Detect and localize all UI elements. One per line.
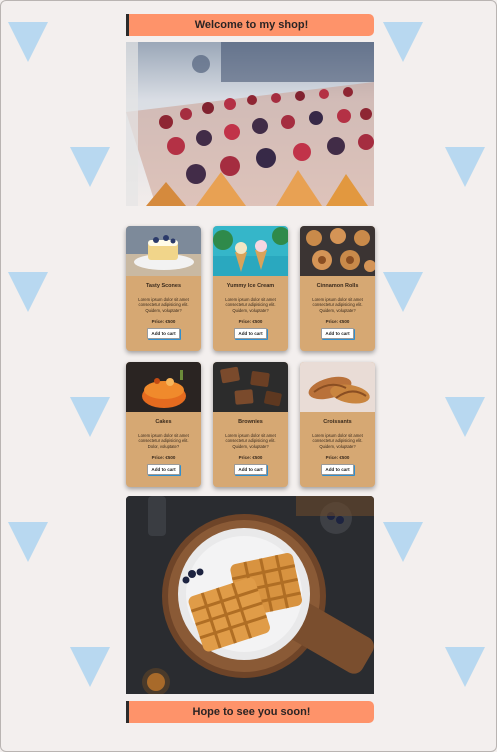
add-to-cart-button[interactable]: Add to cart xyxy=(234,328,267,340)
product-description: Lorem ipsum dolor sit amet consectetur a… xyxy=(138,297,189,313)
product-grid: Tasty Scones Lorem ipsum dolor sit amet … xyxy=(126,226,375,487)
decor-triangle xyxy=(445,147,485,187)
product-name: Yummy Ice Cream xyxy=(226,283,275,289)
product-card: Yummy Ice Cream Lorem ipsum dolor sit am… xyxy=(213,226,288,351)
product-image-brownies xyxy=(213,362,288,412)
decor-triangle xyxy=(70,647,110,687)
product-price: Price: €500 xyxy=(151,319,176,325)
product-card: Tasty Scones Lorem ipsum dolor sit amet … xyxy=(126,226,201,351)
product-card: Brownies Lorem ipsum dolor sit amet cons… xyxy=(213,362,288,487)
product-image-cinnamon-rolls xyxy=(300,226,375,276)
add-to-cart-button[interactable]: Add to cart xyxy=(234,464,267,476)
decor-triangle xyxy=(445,647,485,687)
product-description: Lorem ipsum dolor sit amet consectetur a… xyxy=(225,433,276,449)
product-price: Price: €500 xyxy=(325,319,350,325)
footer-banner: Hope to see you soon! xyxy=(126,701,374,723)
product-name: Tasty Scones xyxy=(145,283,182,289)
product-description: Lorem ipsum dolor sit amet consectetur a… xyxy=(225,297,276,313)
product-description: Lorem ipsum dolor sit amet consectetur a… xyxy=(312,297,363,313)
decor-triangle xyxy=(383,522,423,562)
product-image-scones xyxy=(126,226,201,276)
product-name: Brownies xyxy=(238,419,263,425)
footer-title: Hope to see you soon! xyxy=(192,706,311,718)
product-card: Croissants Lorem ipsum dolor sit amet co… xyxy=(300,362,375,487)
decor-triangle xyxy=(8,22,48,62)
waffle-image xyxy=(126,496,374,694)
decor-triangle xyxy=(70,147,110,187)
decor-triangle xyxy=(445,397,485,437)
decor-triangle xyxy=(383,22,423,62)
product-image-croissants xyxy=(300,362,375,412)
product-price: Price: €500 xyxy=(238,455,263,461)
product-name: Cakes xyxy=(155,419,172,425)
hero-image xyxy=(126,42,374,206)
product-card: Cinnamon Rolls Lorem ipsum dolor sit ame… xyxy=(300,226,375,351)
page-title: Welcome to my shop! xyxy=(194,19,309,31)
decor-triangle xyxy=(383,272,423,312)
product-image-cakes xyxy=(126,362,201,412)
product-card: Cakes Lorem ipsum dolor sit amet consect… xyxy=(126,362,201,487)
product-price: Price: €500 xyxy=(238,319,263,325)
header-banner: Welcome to my shop! xyxy=(126,14,374,36)
product-price: Price: €500 xyxy=(151,455,176,461)
decor-triangle xyxy=(8,522,48,562)
product-description: Lorem ipsum dolor sit amet consectetur a… xyxy=(312,433,363,449)
product-name: Cinnamon Rolls xyxy=(316,283,359,289)
decor-triangle xyxy=(70,397,110,437)
product-description: Lorem ipsum dolor sit amet consectetur a… xyxy=(138,433,189,449)
add-to-cart-button[interactable]: Add to cart xyxy=(321,464,354,476)
product-price: Price: €500 xyxy=(325,455,350,461)
product-name: Croissants xyxy=(323,419,352,425)
add-to-cart-button[interactable]: Add to cart xyxy=(321,328,354,340)
add-to-cart-button[interactable]: Add to cart xyxy=(147,464,180,476)
product-image-ice-cream xyxy=(213,226,288,276)
decor-triangle xyxy=(8,272,48,312)
add-to-cart-button[interactable]: Add to cart xyxy=(147,328,180,340)
